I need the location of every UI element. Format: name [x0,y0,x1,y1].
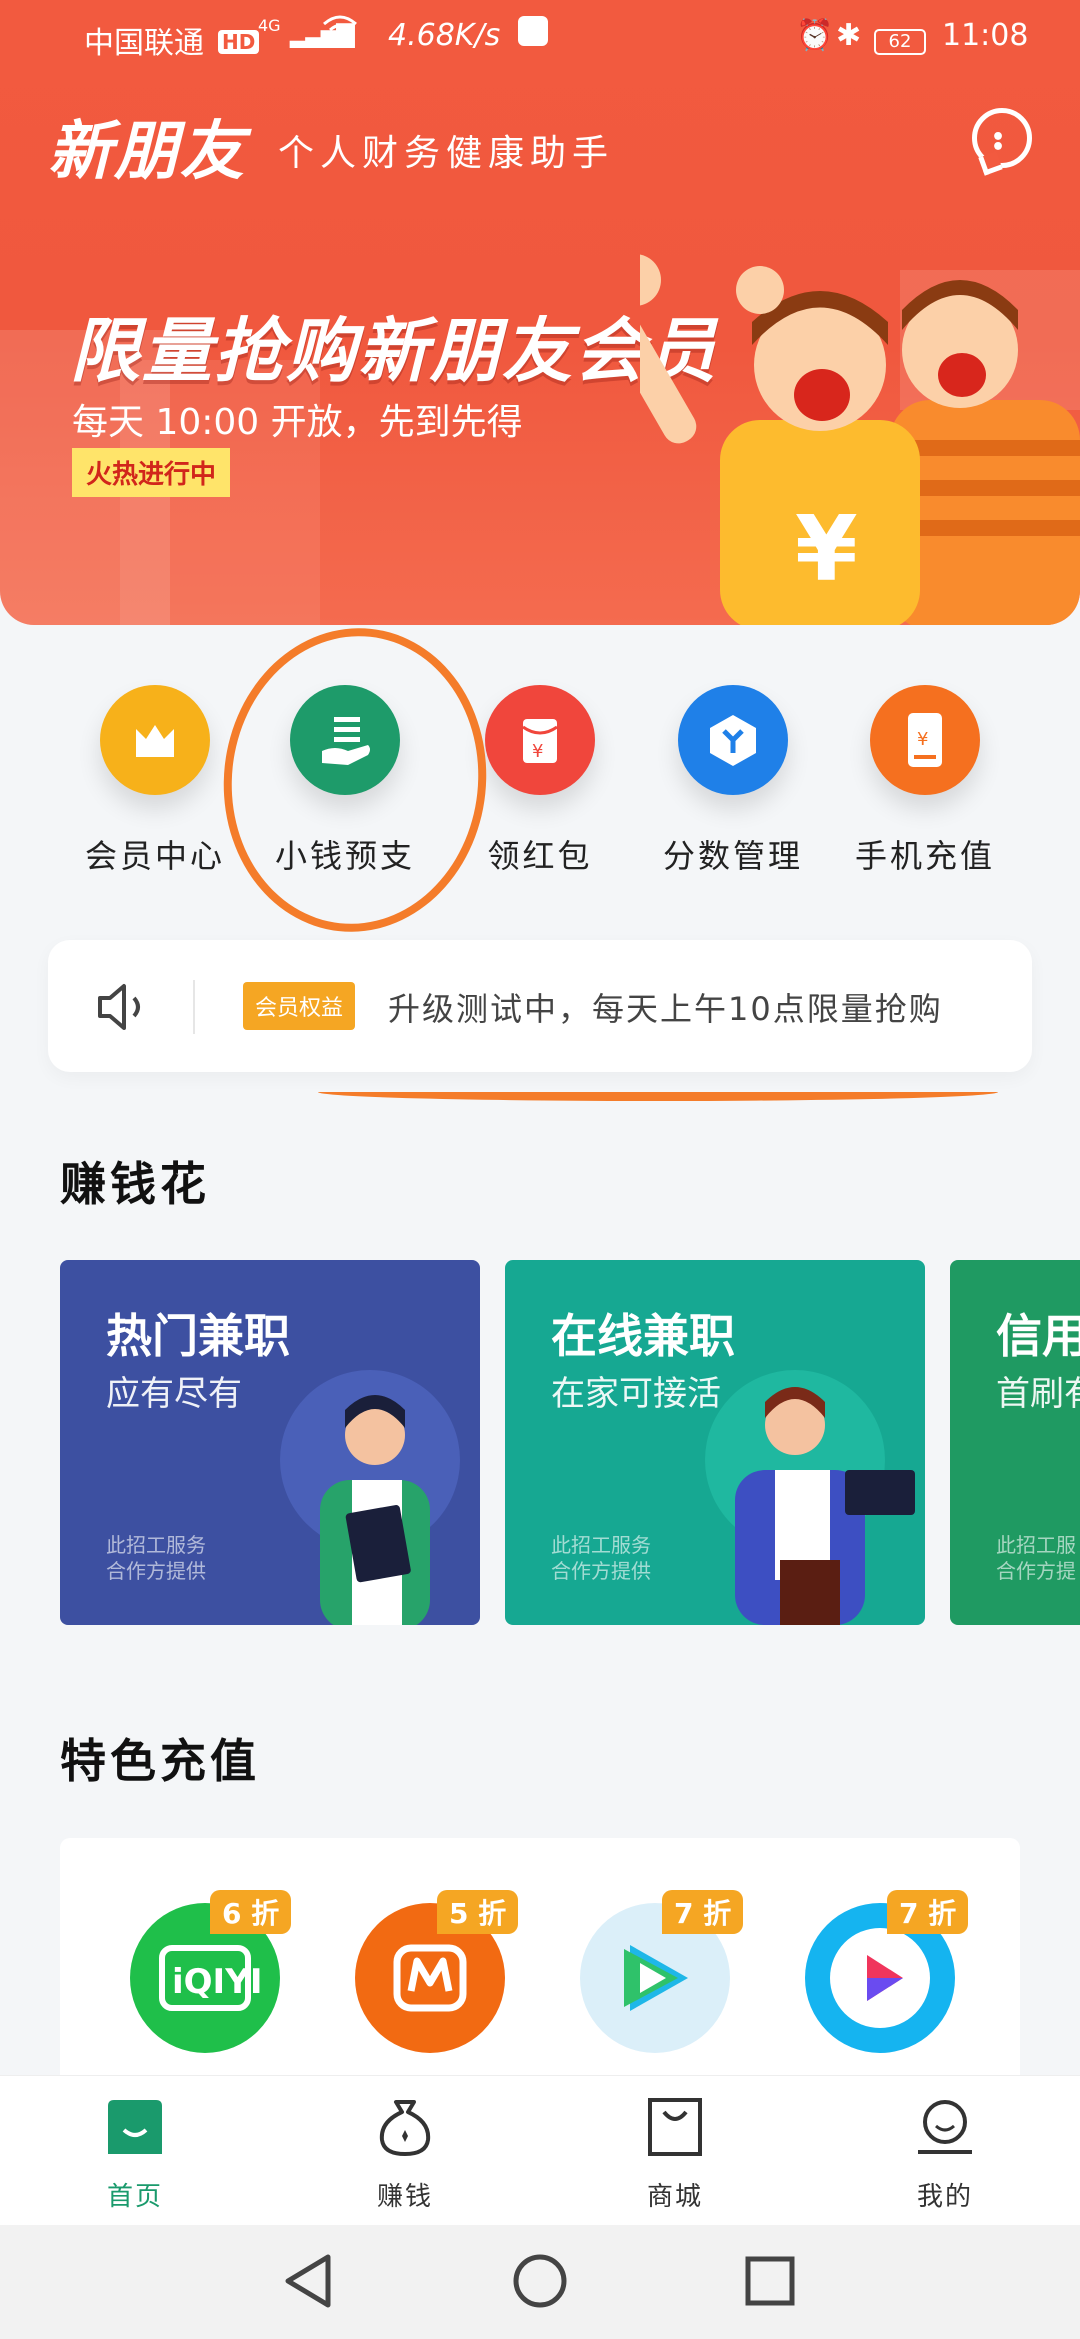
notice-tag: 会员权益 [243,982,356,1030]
tab-label: 我的 [916,2182,973,2212]
tab-label: 首页 [106,2182,163,2212]
back-icon[interactable] [282,2253,334,2313]
quick-menu: 会员中心 小钱预支 ¥ 领红包 分数管理 ¥ 手机充值 [0,665,1080,895]
svg-text:iQIYI: iQIYI [172,1962,262,2002]
hd-badge: HD [218,22,260,57]
job-card-subtitle: 应有尽有 [106,1374,242,1414]
shopping-bag-icon [644,2096,706,2158]
tab-profile[interactable]: 我的 [865,2096,1025,2213]
discount-badge: 7 折 [662,1890,744,1934]
battery-icon: 62 [874,20,926,55]
banner-hot-tag: 火热进行中 [72,448,231,497]
job-card-subtitle: 在家可接活 [551,1374,721,1414]
recent-apps-icon[interactable] [744,2255,796,2311]
bluetooth-icon: ✱ [836,18,862,53]
section-title-recharge: 特色充值 [60,1734,260,1788]
job-card-credit[interactable]: 信用 首刷有 此招工服合作方提 [950,1260,1080,1625]
job-card-hot[interactable]: 热门兼职 应有尽有 此招工服务 合作方提供 [60,1260,480,1625]
svg-text:¥: ¥ [532,741,543,762]
notice-bar[interactable]: 会员权益 升级测试中，每天上午10点限量抢购 [48,940,1032,1072]
banner-title[interactable]: 限量抢购新朋友会员 [70,295,718,396]
job-card-online[interactable]: 在线兼职 在家可接活 此招工服务 合作方提供 [505,1260,925,1625]
quick-item-label: 手机充值 [854,837,995,875]
alarm-icon: ⏰ [796,18,834,53]
carrier-label: 中国联通 [84,26,204,61]
notice-text: 升级测试中，每天上午10点限量抢购 [388,990,943,1028]
tab-home[interactable]: 首页 [55,2096,215,2213]
message-button[interactable]: • • [972,108,1032,168]
network-speed: 4.68K/s [388,18,501,53]
section-title-earn: 赚钱花 [60,1157,210,1211]
job-card-title: 在线兼职 [551,1309,735,1363]
status-bar: 中国联通 HD 4G ▂▃▅▇ 4.68K/s ⏰ ✱ 62 11:08 [0,0,1080,75]
annotation-underline [318,1083,998,1101]
job-card-note: 此招工服务 合作方提供 [106,1533,206,1583]
job-card-carousel[interactable]: 热门兼职 应有尽有 此招工服务 合作方提供 在线兼职 在家可接活 此招工服务 合作方… [60,1260,1080,1625]
job-card-subtitle: 首刷有 [996,1374,1080,1414]
svg-text:¥: ¥ [795,497,858,602]
clock: 11:08 [942,18,1029,53]
crown-icon [100,685,210,795]
svg-text:¥: ¥ [917,729,928,750]
discount-badge: 5 折 [437,1890,519,1934]
bottom-tab-bar: 首页 赚钱 商城 我的 [0,2075,1080,2225]
cheering-people-illustration: ¥ [640,254,1080,625]
red-envelope-icon: ¥ [485,685,595,795]
chat-bubble-icon: • • [991,125,1010,160]
tab-earn[interactable]: 赚钱 [325,2096,485,2213]
tab-label: 商城 [646,2182,703,2212]
phone-yuan-icon: ¥ [870,685,980,795]
recharge-panel: iQIYI 6 折 5 折 7 折 7 折 [60,1838,1020,2098]
brand-logo: 新朋友 [48,115,246,189]
quick-item-label: 分数管理 [662,837,803,875]
header-banner: 中国联通 HD 4G ▂▃▅▇ 4.68K/s ⏰ ✱ 62 11:08 新朋友… [0,0,1080,625]
money-bag-icon [374,2096,436,2158]
quick-item-member-center[interactable]: 会员中心 [60,665,250,877]
notice-divider [193,980,195,1034]
speaker-icon [94,982,150,1036]
banner-subtitle: 每天 10:00 开放，先到先得 [72,402,523,443]
network-type: 4G [258,16,281,35]
tab-mall[interactable]: 商城 [595,2096,755,2213]
home-circle-icon[interactable] [512,2253,568,2313]
job-card-title: 热门兼职 [106,1309,290,1363]
quick-item-score-management[interactable]: 分数管理 [638,665,828,877]
brand-slogan: 个人财务健康助手 [278,133,615,174]
discount-badge: 7 折 [887,1890,969,1934]
discount-badge: 6 折 [210,1890,292,1934]
app-notification-icon [518,16,548,46]
home-icon [104,2096,166,2158]
job-card-title: 信用 [996,1309,1080,1363]
system-navigation-bar [0,2225,1080,2339]
quick-item-phone-recharge[interactable]: ¥ 手机充值 [830,665,1020,877]
quick-item-label: 会员中心 [84,837,225,875]
wifi-icon [322,14,358,54]
job-card-note: 此招工服 合作方提 [996,1533,1076,1583]
job-card-note: 此招工服务 合作方提供 [551,1533,651,1583]
tab-label: 赚钱 [376,2182,433,2212]
user-icon [914,2096,976,2158]
job-person-illustration [280,1370,460,1625]
cube-icon [678,685,788,795]
